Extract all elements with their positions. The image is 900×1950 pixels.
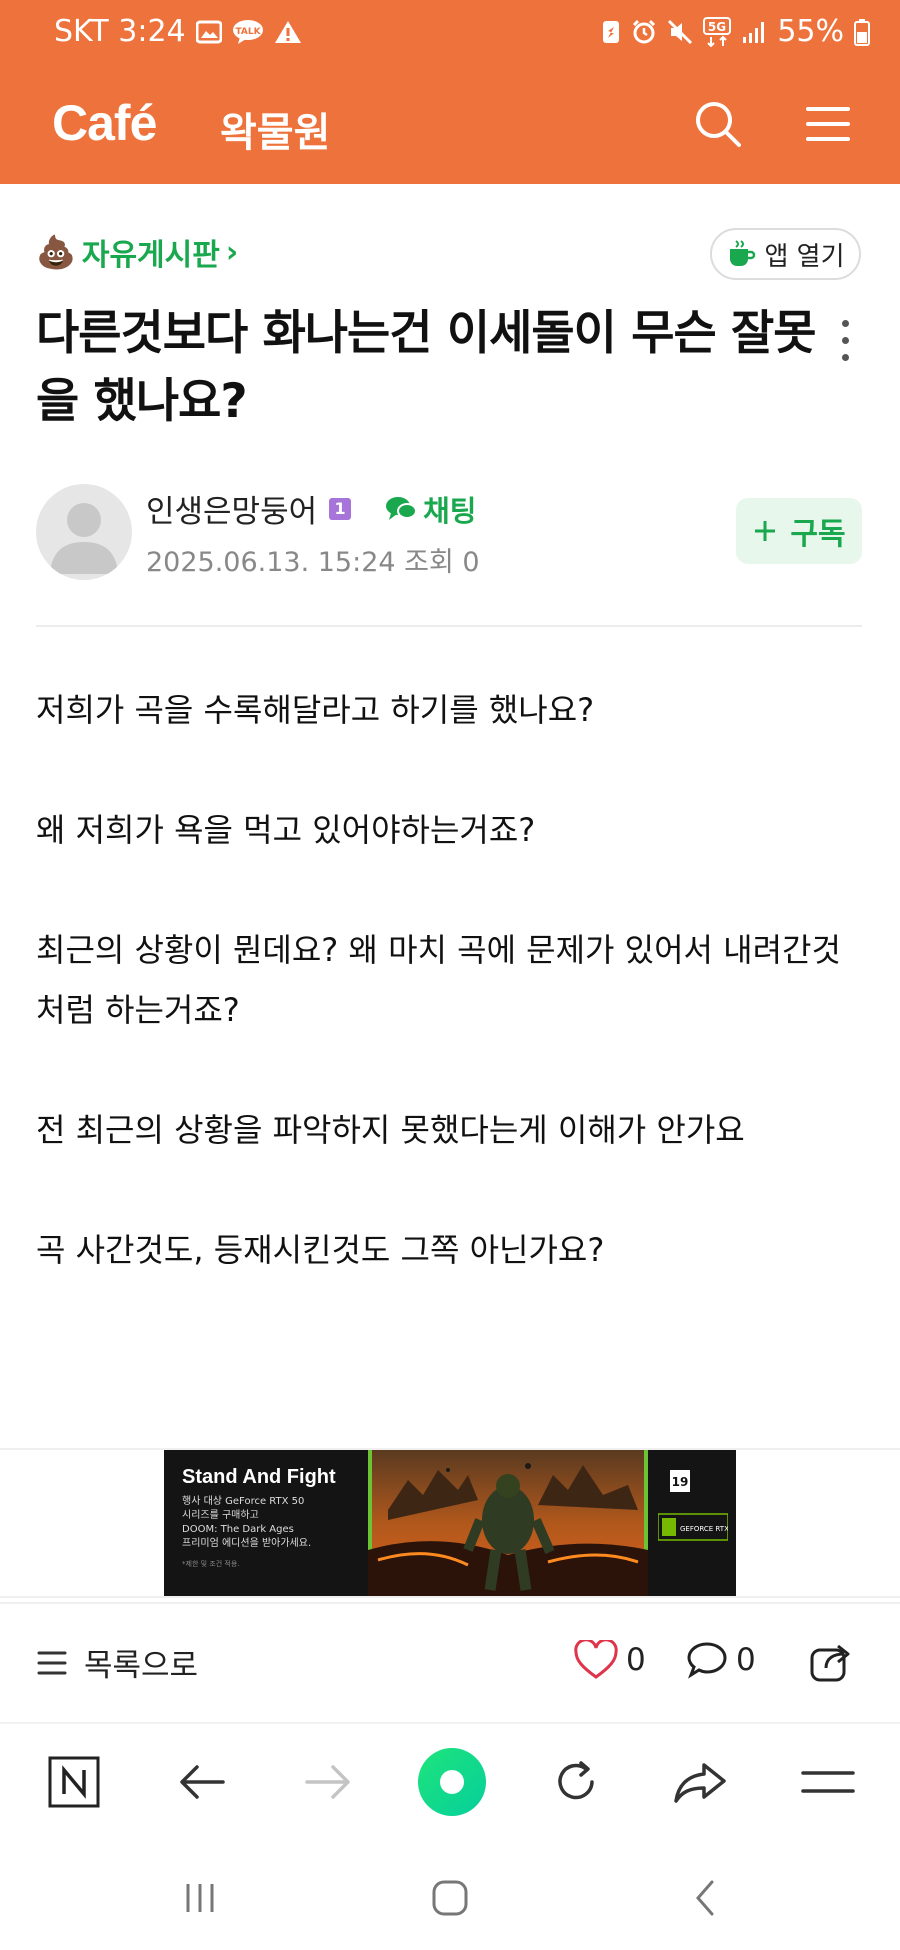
cafe-logo[interactable]: Café <box>52 94 157 152</box>
system-nav-bar <box>0 1842 900 1950</box>
like-button[interactable]: 0 <box>574 1640 646 1680</box>
alarm-icon <box>631 19 657 45</box>
cafe-name[interactable]: 왁물원 <box>220 100 330 158</box>
post-meta: 2025.06.13. 15:24 조회 0 <box>146 540 480 579</box>
back-to-list-label: 목록으로 <box>84 1648 199 1684</box>
author-name[interactable]: 인생은망둥어 <box>146 486 317 531</box>
status-bar: SKT 3:24 TALK 5G 55% <box>0 0 900 68</box>
ad-note: *제한 및 조건 적용. <box>182 1560 240 1568</box>
post-paragraph: 전 최근의 상황을 파악하지 못했다는게 이해가 안가요 <box>36 1111 745 1149</box>
home-icon <box>432 1880 468 1916</box>
ad-rating: 19 <box>672 1475 689 1489</box>
subscribe-button[interactable]: 구독 <box>736 498 862 564</box>
member-level-badge: 1 <box>329 497 352 520</box>
ad-nvidia-label: GEFORCE RTX <box>680 1525 728 1533</box>
ad-banner[interactable]: Stand And Fight 행사 대상 GeForce RTX 50 시리즈… <box>164 1450 736 1596</box>
ad-divider-bottom <box>0 1596 900 1598</box>
browser-menu-button[interactable] <box>796 1750 860 1814</box>
board-name: 자유게시판 <box>81 238 220 273</box>
search-button[interactable] <box>688 94 748 154</box>
network-5g-icon: 5G <box>703 16 732 47</box>
ad-text: Stand And Fight 행사 대상 GeForce RTX 50 시리즈… <box>182 1466 372 1569</box>
comment-count: 0 <box>736 1642 756 1678</box>
menu-button[interactable] <box>798 94 858 154</box>
cup-icon <box>730 240 756 266</box>
heart-icon <box>574 1640 618 1679</box>
menu-icon <box>801 1771 855 1793</box>
browser-toolbar <box>0 1722 900 1842</box>
top-bar: SKT 3:24 TALK 5G 55% Café 왁물원 <box>0 0 900 184</box>
network-label: 5G <box>708 20 726 34</box>
recent-apps-icon <box>186 1884 214 1912</box>
arrow-left-icon <box>180 1765 225 1799</box>
green-dot-button[interactable] <box>414 1744 490 1820</box>
avatar[interactable] <box>36 484 132 580</box>
warning-icon <box>274 19 302 45</box>
battery-percent: 55% <box>777 14 844 49</box>
forward-share-icon <box>674 1763 726 1803</box>
battery-icon <box>854 18 870 46</box>
ad-logos: 19 GEFORCE RTX <box>658 1470 728 1541</box>
forward-button[interactable] <box>296 1750 360 1814</box>
chat-icon <box>386 496 418 520</box>
subscribe-label: 구독 <box>790 517 846 552</box>
chevron-left-icon <box>696 1880 714 1916</box>
post-paragraph: 곡 사간것도, 등재시킨것도 그쪽 아닌가요? <box>36 1231 605 1269</box>
carrier-time: SKT 3:24 <box>54 14 186 49</box>
divider <box>36 625 862 627</box>
open-app-button[interactable]: 앱 열기 <box>710 228 861 280</box>
naver-home-button[interactable] <box>42 1750 106 1814</box>
comments-button[interactable]: 0 <box>686 1640 756 1680</box>
list-icon <box>37 1651 67 1674</box>
post-body: 저희가 곡을 수록해달라고 하기를 했나요? 왜 저희가 욕을 먹고 있어야하는… <box>36 680 862 1340</box>
system-back-button[interactable] <box>676 1868 736 1928</box>
post-actions: 목록으로 0 0 <box>0 1602 900 1720</box>
plus-icon <box>755 521 776 541</box>
author-row: 인생은망둥어 1 채팅 <box>146 486 477 531</box>
like-count: 0 <box>626 1642 646 1678</box>
post-paragraph: 왜 저희가 욕을 먹고 있어야하는거죠? <box>36 811 536 849</box>
post-paragraph: 최근의 상황이 뭔데요? 왜 마치 곡에 문제가 있어서 내려간것처럼 하는거죠… <box>36 931 841 1029</box>
talk-badge-text: TALK <box>235 27 261 37</box>
refresh-button[interactable] <box>544 1750 608 1814</box>
open-app-label: 앱 열기 <box>764 241 845 272</box>
ad-title: Stand And Fight <box>182 1466 336 1488</box>
kakaotalk-icon: TALK <box>232 19 264 45</box>
home-button[interactable] <box>420 1868 480 1928</box>
board-link[interactable]: 💩 자유게시판 › <box>36 230 238 274</box>
ad-subtitle: 행사 대상 GeForce RTX 50 시리즈를 구매하고 DOOM: The… <box>182 1496 312 1549</box>
recent-apps-button[interactable] <box>170 1868 230 1928</box>
post-title: 다른것보다 화나는건 이세돌이 무슨 잘못을 했나요? <box>36 306 817 429</box>
signal-icon <box>741 19 767 45</box>
lock-screen-icon <box>601 19 621 45</box>
back-button[interactable] <box>170 1750 234 1814</box>
post-date: 2025.06.13. 15:24 <box>146 547 396 578</box>
board-emoji: 💩 <box>36 233 76 271</box>
browser-share-button[interactable] <box>668 1750 732 1814</box>
arrow-right-icon <box>305 1765 350 1799</box>
naver-n-icon <box>48 1756 100 1808</box>
more-vertical-icon[interactable] <box>830 310 860 370</box>
chevron-right-icon: › <box>225 234 239 270</box>
app-bar: Café 왁물원 <box>0 80 900 180</box>
gallery-icon <box>195 20 222 44</box>
comment-icon <box>687 1642 727 1679</box>
post-paragraph: 저희가 곡을 수록해달라고 하기를 했나요? <box>36 691 595 729</box>
share-icon <box>810 1644 850 1682</box>
chat-button[interactable]: 채팅 <box>385 488 477 530</box>
chat-label: 채팅 <box>423 493 477 528</box>
mute-icon <box>667 19 693 45</box>
back-to-list-button[interactable]: 목록으로 <box>36 1640 198 1685</box>
share-button[interactable] <box>808 1640 854 1688</box>
green-dot-icon <box>418 1748 486 1816</box>
search-icon <box>696 102 741 147</box>
refresh-icon <box>558 1761 594 1800</box>
view-count: 조회 0 <box>404 547 480 578</box>
ad-artwork-image <box>368 1450 648 1596</box>
hamburger-icon <box>806 107 850 141</box>
